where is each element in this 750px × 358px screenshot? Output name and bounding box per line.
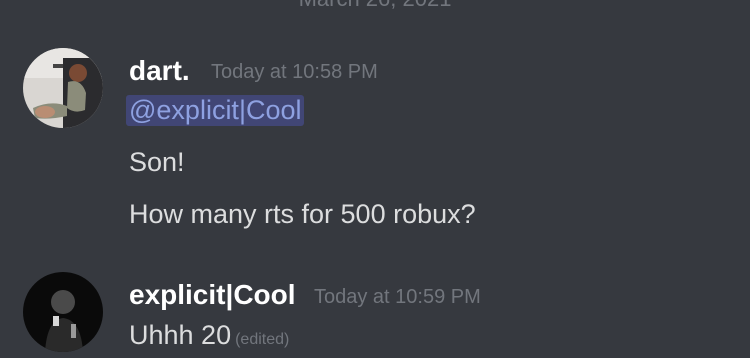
message-author[interactable]: dart. [129,55,190,87]
avatar-photo-icon [23,272,103,352]
date-divider: March 26, 2021 [0,0,750,12]
message-timestamp: Today at 10:59 PM [314,286,481,308]
message-line: Son! [129,147,185,177]
message-line: How many rts for 500 robux? [129,199,476,229]
avatar-dart[interactable] [23,48,103,128]
avatar-photo-icon [23,48,103,128]
message-text: Uhhh 20 [129,320,232,350]
edited-label: (edited) [235,331,290,348]
message-author[interactable]: explicit|Cool [129,279,296,311]
user-mention[interactable]: @explicit|Cool [126,95,305,126]
message-line: Uhhh 20 (edited) [129,320,289,351]
avatar-explicit-cool[interactable] [23,272,103,352]
message-timestamp: Today at 10:58 PM [211,61,378,83]
